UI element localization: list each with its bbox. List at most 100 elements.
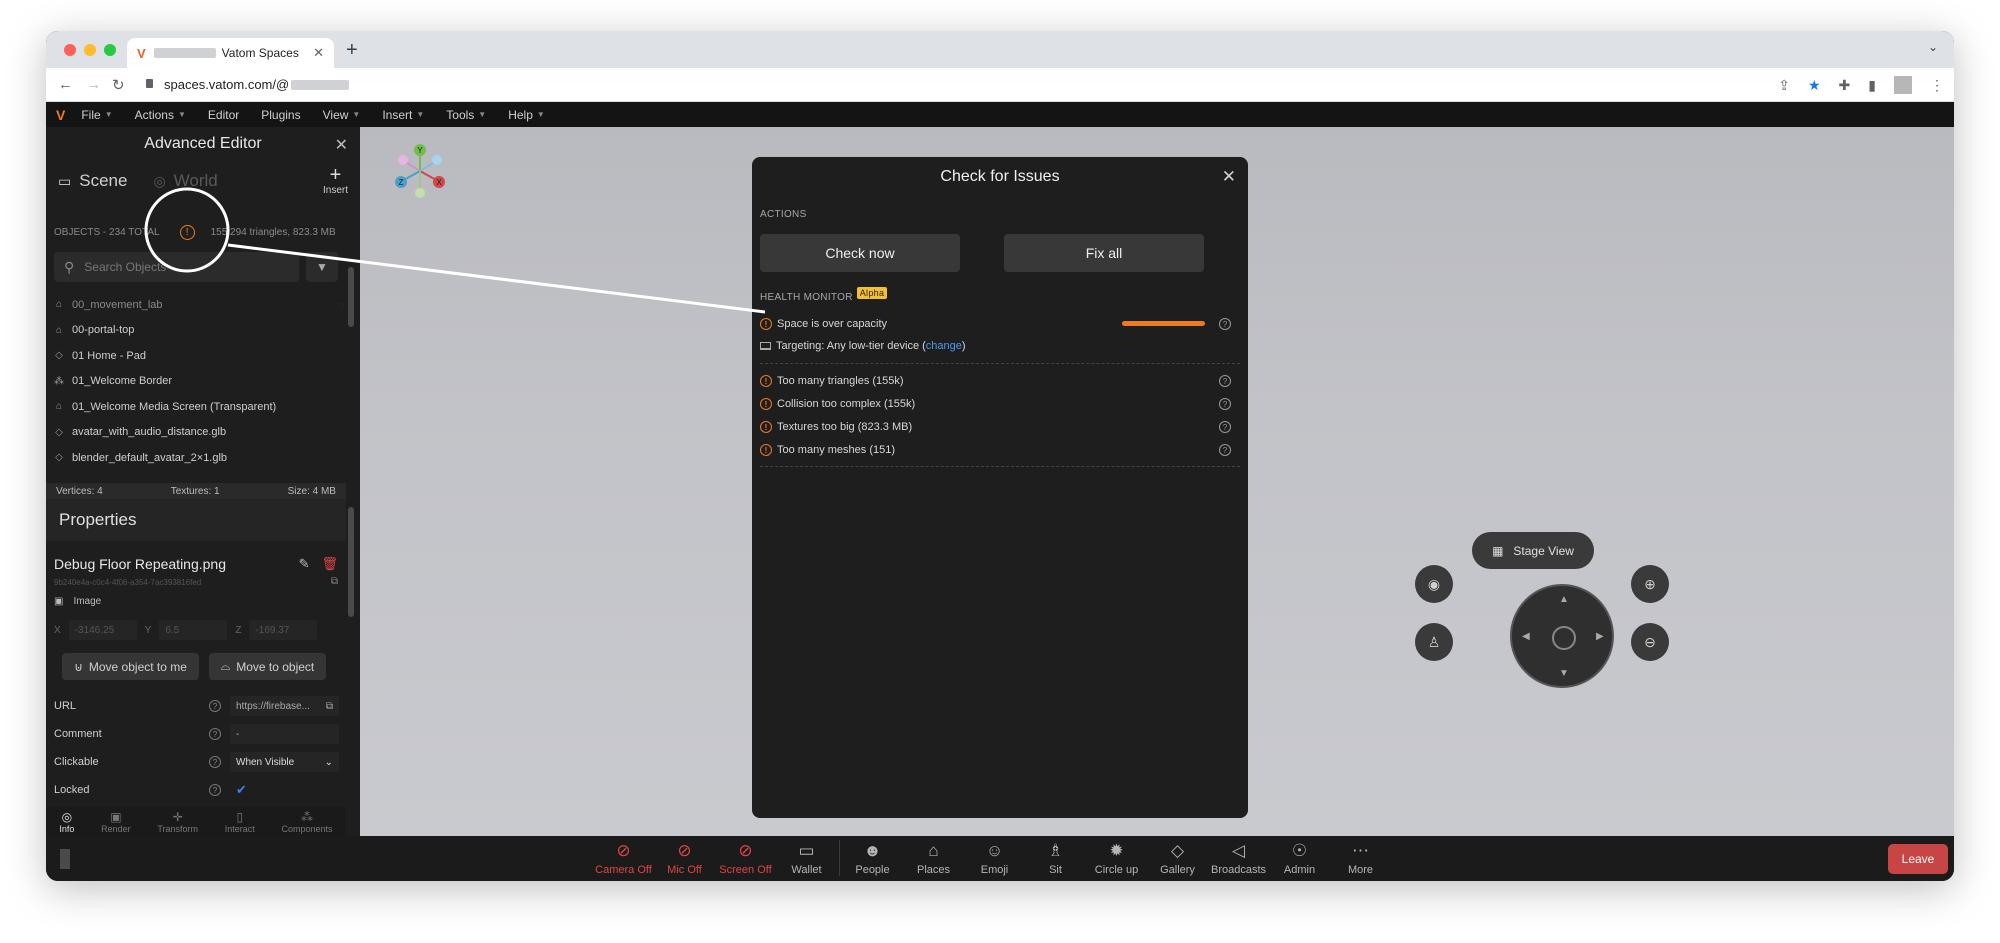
zoom-out-icon[interactable]: ⊖ [1631, 623, 1669, 661]
joystick-center[interactable] [1552, 626, 1576, 650]
wallet-button[interactable]: ▭ Wallet [776, 840, 837, 876]
admin-button[interactable]: ☉ Admin [1269, 840, 1330, 876]
places-button[interactable]: ⌂ Places [903, 840, 964, 876]
url-field[interactable]: https://firebase... ⧉ [230, 696, 339, 716]
menu-view[interactable]: View ▼ [323, 108, 361, 122]
tab-close-icon[interactable]: ✕ [313, 45, 324, 61]
tab-search-chevron-icon[interactable]: ⌄ [1928, 40, 1938, 54]
close-icon[interactable]: ✕ [1222, 167, 1236, 187]
help-icon[interactable]: ? [1219, 444, 1231, 456]
axis-gizmo[interactable]: Y Z X [392, 143, 448, 199]
reset-view-eye-icon[interactable]: ◉ [1415, 565, 1453, 603]
tab-components[interactable]: ⁂ Components [282, 810, 333, 834]
x-field[interactable]: -3146.25 [68, 620, 137, 640]
avatar-view-icon[interactable]: ♙ [1415, 623, 1453, 661]
menu-help[interactable]: Help ▼ [508, 108, 545, 122]
list-item[interactable]: ⁂ 01_Welcome Border [54, 369, 344, 395]
list-item[interactable]: ⌂ 00_movement_lab ◌ [54, 292, 344, 318]
forward-arrow-icon[interactable]: → [86, 76, 101, 93]
objects-scrollbar[interactable] [348, 267, 354, 327]
broadcasts-button[interactable]: ◁ Broadcasts [1208, 840, 1269, 876]
help-icon[interactable]: ? [209, 784, 221, 796]
profile-avatar[interactable] [1894, 76, 1912, 94]
menu-editor[interactable]: Editor [208, 108, 239, 122]
browser-tab[interactable]: V Vatom Spaces ✕ [127, 38, 334, 68]
menu-actions[interactable]: Actions ▼ [135, 108, 186, 122]
list-item[interactable]: ⌂ 00-portal-top [54, 318, 344, 344]
browser-menu-icon[interactable]: ⋮ [1930, 77, 1944, 94]
lock-icon[interactable] [146, 79, 153, 88]
tab-transform[interactable]: ✛ Transform [157, 810, 198, 834]
help-icon[interactable]: ? [209, 728, 221, 740]
insert-button[interactable]: + Insert [323, 165, 348, 196]
search-objects-input[interactable]: ⚲ Search Objects [54, 252, 299, 282]
copy-icon[interactable]: ⧉ [331, 576, 338, 587]
copy-icon[interactable]: ⧉ [326, 701, 333, 712]
vatom-logo-icon[interactable]: V [56, 107, 65, 123]
people-button[interactable]: ☻ People [842, 840, 903, 876]
list-item[interactable]: ◇ avatar_with_audio_distance.glb [54, 420, 344, 446]
screen-off-button[interactable]: ⊘ Screen Off [715, 840, 776, 876]
move-object-to-me-button[interactable]: ⊍ Move object to me [62, 653, 199, 680]
edit-pencil-icon[interactable]: ✎ [299, 556, 310, 572]
chevron-right-icon[interactable]: ▶ [1596, 631, 1604, 642]
leave-button[interactable]: Leave [1888, 844, 1948, 874]
help-icon[interactable]: ? [1219, 421, 1231, 433]
hidden-eye-icon[interactable]: ◌ [339, 300, 344, 310]
zoom-window-button[interactable] [104, 44, 116, 56]
warning-icon[interactable]: ! [179, 225, 195, 240]
check-now-button[interactable]: Check now [760, 234, 960, 272]
mic-off-button[interactable]: ⊘ Mic Off [654, 840, 715, 876]
address-bar[interactable]: spaces.vatom.com/@ [164, 77, 350, 92]
camera-off-button[interactable]: ⊘ Camera Off [593, 840, 654, 876]
help-icon[interactable]: ? [1219, 318, 1231, 330]
y-field[interactable]: 6.5 [159, 620, 228, 640]
locked-checkmark-icon[interactable]: ✔ [236, 782, 247, 798]
move-to-object-button[interactable]: ⌓ Move to object [209, 653, 326, 680]
close-icon[interactable]: ✕ [335, 135, 348, 155]
chevron-down-icon[interactable]: ▼ [1559, 668, 1569, 679]
tab-world[interactable]: ◎ World [153, 171, 217, 191]
help-icon[interactable]: ? [209, 756, 221, 768]
close-window-button[interactable] [64, 44, 76, 56]
menu-plugins[interactable]: Plugins [261, 108, 300, 122]
share-icon[interactable]: ⇪ [1778, 77, 1790, 94]
new-tab-icon[interactable]: + [346, 39, 358, 62]
filter-button[interactable]: ▼ [306, 252, 338, 282]
stage-view-button[interactable]: ▦ Stage View [1472, 532, 1594, 569]
emoji-button[interactable]: ☺ Emoji [964, 840, 1025, 876]
tab-render[interactable]: ▣ Render [101, 810, 131, 834]
list-item[interactable]: ⌂ 01_Welcome Media Screen (Transparent) [54, 394, 344, 420]
chevron-up-icon[interactable]: ▲ [1559, 594, 1569, 605]
help-icon[interactable]: ? [1219, 398, 1231, 410]
user-avatar[interactable] [60, 849, 70, 869]
delete-trash-icon[interactable]: 🗑 [321, 556, 338, 572]
z-field[interactable]: -169.37 [249, 620, 318, 640]
list-item[interactable]: ◇ 01 Home - Pad [54, 343, 344, 369]
tab-interact[interactable]: ▯ Interact [225, 810, 255, 834]
fix-all-button[interactable]: Fix all [1004, 234, 1204, 272]
comment-field[interactable]: - [230, 724, 339, 744]
menu-insert[interactable]: Insert ▼ [382, 108, 424, 122]
extensions-puzzle-icon[interactable]: ✚ [1839, 77, 1851, 94]
tab-scene[interactable]: ▭ Scene [58, 171, 127, 191]
menu-file[interactable]: File ▼ [81, 108, 112, 122]
reload-icon[interactable]: ↻ [112, 76, 125, 94]
help-icon[interactable]: ? [209, 700, 221, 712]
properties-scrollbar[interactable] [348, 507, 354, 617]
movement-joystick[interactable]: ▲ ▼ ◀ ▶ [1510, 584, 1614, 688]
list-item[interactable]: ◇ blender_default_avatar_2×1.glb [54, 445, 344, 471]
sit-button[interactable]: ♗ Sit [1025, 840, 1086, 876]
gallery-button[interactable]: ◇ Gallery [1147, 840, 1208, 876]
help-icon[interactable]: ? [1219, 375, 1231, 387]
circle-up-button[interactable]: ✹ Circle up [1086, 840, 1147, 876]
sidepanel-icon[interactable]: ▮ [1868, 77, 1876, 94]
back-arrow-icon[interactable]: ← [58, 76, 73, 93]
bookmark-star-icon[interactable]: ★ [1808, 77, 1821, 94]
change-target-link[interactable]: change [926, 340, 962, 352]
minimize-window-button[interactable] [84, 44, 96, 56]
clickable-select[interactable]: When Visible ⌄ [230, 752, 339, 772]
zoom-in-icon[interactable]: ⊕ [1631, 565, 1669, 603]
chevron-left-icon[interactable]: ◀ [1522, 631, 1530, 642]
menu-tools[interactable]: Tools ▼ [446, 108, 486, 122]
